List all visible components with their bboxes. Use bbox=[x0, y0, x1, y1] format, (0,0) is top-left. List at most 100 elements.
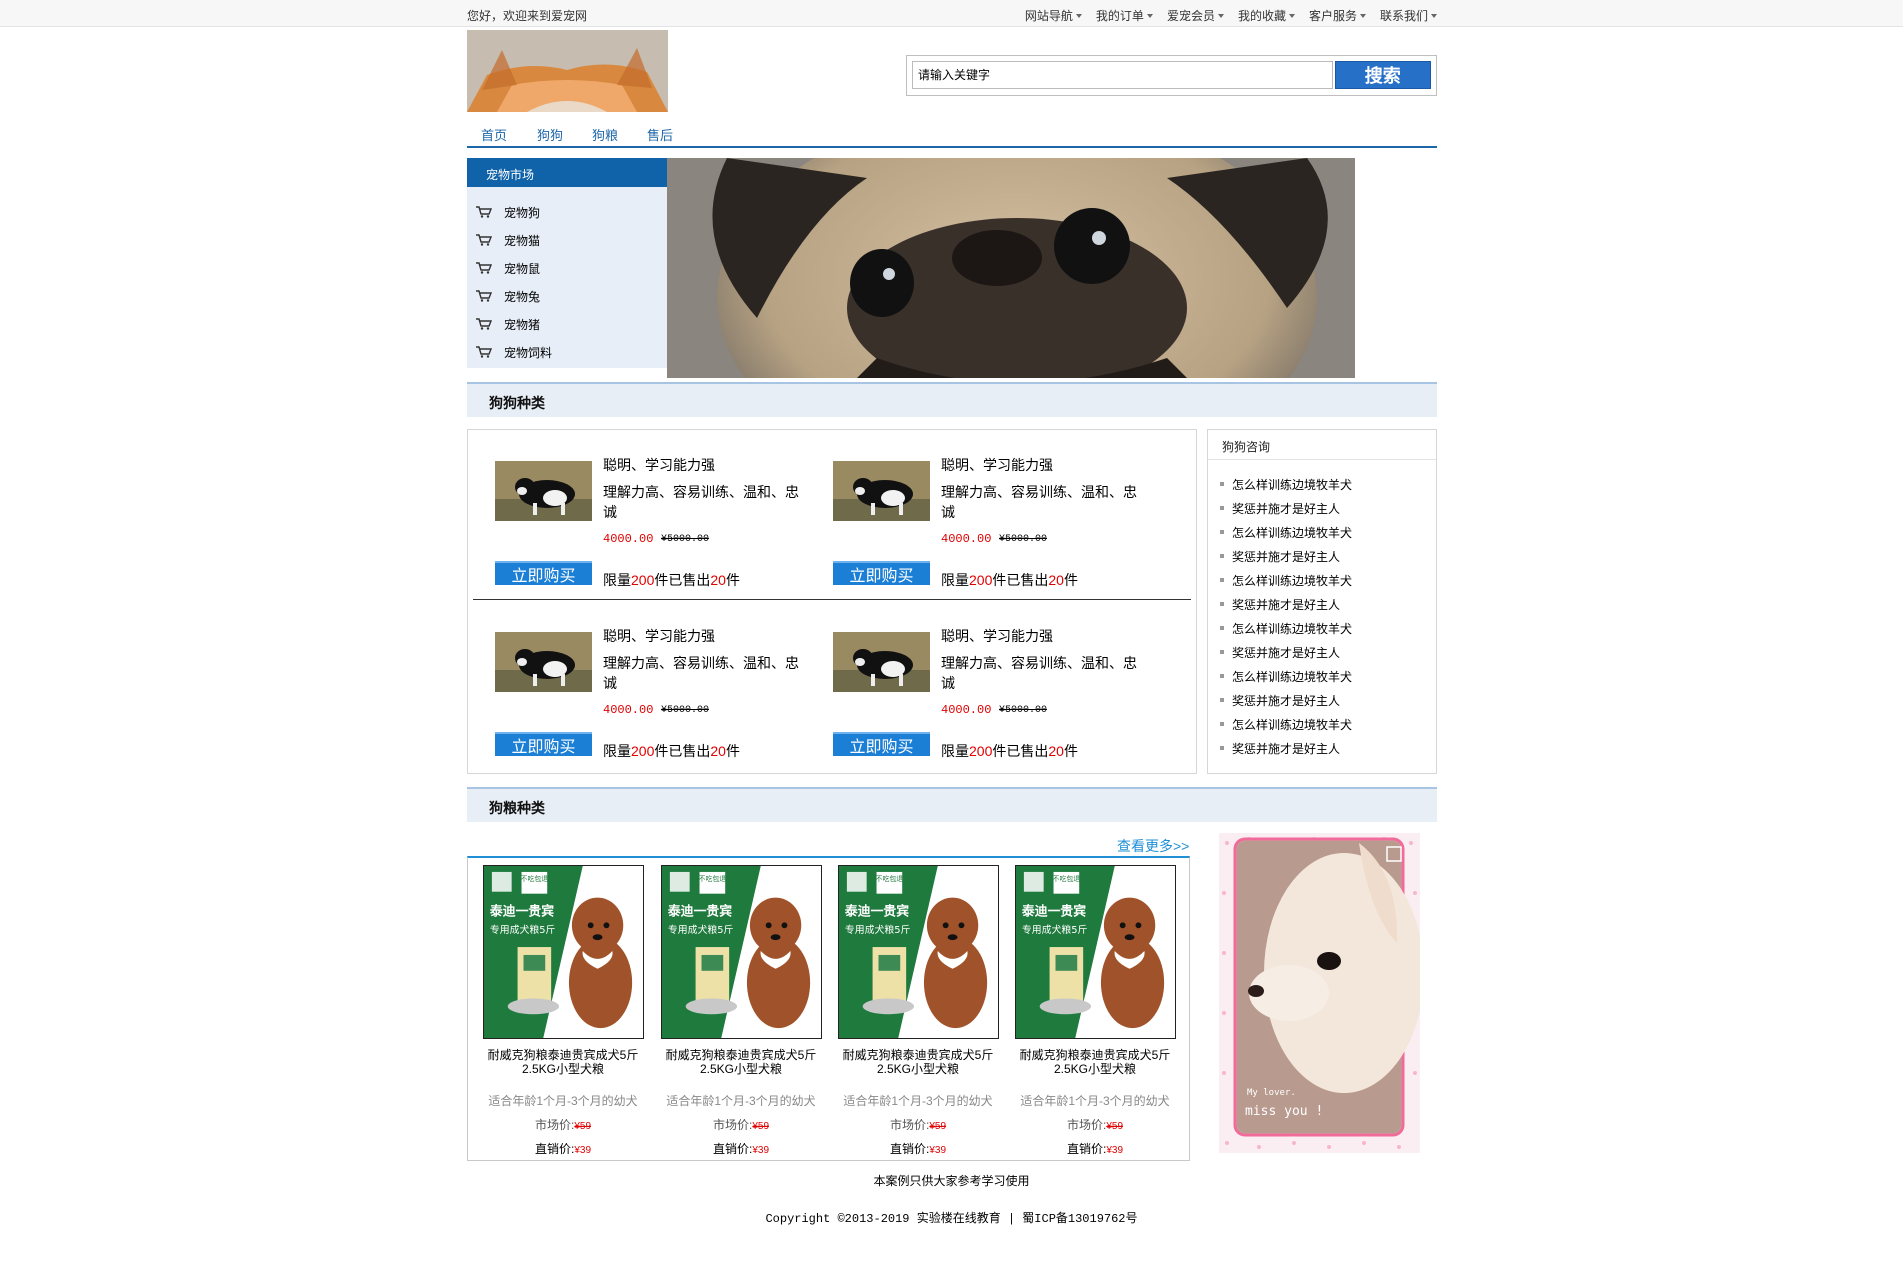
product-description: 理解力高、容易训练、温和、忠诚 bbox=[941, 484, 1137, 520]
bullet-icon bbox=[1220, 626, 1224, 630]
svg-text:专用成犬粮5斤: 专用成犬粮5斤 bbox=[1022, 923, 1088, 936]
food-name[interactable]: 耐威克狗粮泰迪贵宾成犬5斤 2.5KG小型犬粮 bbox=[828, 1048, 1008, 1076]
footer-copyright: Copyright ©2013-2019 实验楼在线教育 | 蜀ICP备1301… bbox=[765, 1212, 1138, 1226]
product-feature: 聪明、学习能力强 bbox=[603, 628, 715, 644]
chevron-down-icon bbox=[1217, 13, 1224, 18]
consult-item[interactable]: 奖惩并施才是好主人 bbox=[1220, 640, 1436, 664]
food-image[interactable]: 不吃包退 泰迪一贵宾 专用成犬粮5斤 bbox=[483, 865, 644, 1039]
consult-item[interactable]: 奖惩并施才是好主人 bbox=[1220, 688, 1436, 712]
consult-item[interactable]: 怎么样训练边境牧羊犬 bbox=[1220, 568, 1436, 592]
product-image[interactable] bbox=[833, 632, 930, 692]
consult-item[interactable]: 怎么样训练边境牧羊犬 bbox=[1220, 664, 1436, 688]
product-image[interactable] bbox=[833, 461, 930, 521]
buy-now-button[interactable]: 立即购买 bbox=[833, 561, 930, 585]
consult-item[interactable]: 怎么样训练边境牧羊犬 bbox=[1220, 616, 1436, 640]
svg-text:泰迪一贵宾: 泰迪一贵宾 bbox=[1022, 903, 1086, 919]
product-card: 聪明、学习能力强 理解力高、容易训练、温和、忠诚 4000.00 ¥5000.0… bbox=[473, 601, 803, 771]
chevron-down-icon bbox=[1288, 13, 1295, 18]
food-direct-price: 直销价:¥39 bbox=[712, 1142, 770, 1156]
food-direct-price: 直销价:¥39 bbox=[889, 1142, 947, 1156]
cart-icon bbox=[476, 234, 492, 246]
topnav-customer-service[interactable]: 客户服务 bbox=[1309, 7, 1366, 24]
bullet-icon bbox=[1220, 482, 1224, 486]
product-card: 聪明、学习能力强 理解力高、容易训练、温和、忠诚 4000.00 ¥5000.0… bbox=[811, 601, 1141, 771]
topnav-contact[interactable]: 联系我们 bbox=[1380, 7, 1437, 24]
food-age: 适合年龄1个月-3个月的幼犬 bbox=[1020, 1094, 1170, 1108]
consult-item[interactable]: 奖惩并施才是好主人 bbox=[1220, 496, 1436, 520]
nav-home[interactable]: 首页 bbox=[467, 122, 522, 146]
food-market-price: 市场价:¥59 bbox=[534, 1118, 592, 1132]
bullet-icon bbox=[1220, 530, 1224, 534]
food-age: 适合年龄1个月-3个月的幼犬 bbox=[666, 1094, 816, 1108]
topnav-site-nav[interactable]: 网站导航 bbox=[1025, 7, 1082, 24]
pet-market-sidebar: 宠物市场 宠物狗 宠物猫 宠物鼠 宠物兔 宠物猪 宠物饲料 bbox=[467, 158, 668, 368]
topnav-membership[interactable]: 爱宠会员 bbox=[1167, 7, 1224, 24]
svg-text:不吃包退: 不吃包退 bbox=[1053, 874, 1081, 883]
dog-food-panel: 不吃包退 泰迪一贵宾 专用成犬粮5斤 耐威克狗粮泰迪贵宾成犬5斤 2.5KG小型犬… bbox=[467, 856, 1190, 1161]
dog-consult-panel: 狗狗咨询 怎么样训练边境牧羊犬 奖惩并施才是好主人 怎么样训练边境牧羊犬 奖惩并… bbox=[1207, 429, 1437, 774]
food-name[interactable]: 耐威克狗粮泰迪贵宾成犬5斤 2.5KG小型犬粮 bbox=[473, 1048, 653, 1076]
product-stock: 限量200件已售出20件 bbox=[603, 743, 740, 759]
bullet-icon bbox=[1220, 650, 1224, 654]
consult-title: 狗狗咨询 bbox=[1208, 430, 1436, 460]
nav-after-sales[interactable]: 售后 bbox=[632, 122, 687, 146]
sidebar-item-feed[interactable]: 宠物饲料 bbox=[467, 338, 668, 366]
product-old-price: ¥5000.00 bbox=[999, 534, 1048, 545]
product-description: 理解力高、容易训练、温和、忠诚 bbox=[603, 655, 799, 691]
buy-now-button[interactable]: 立即购买 bbox=[495, 561, 592, 585]
sidebar-item-dog[interactable]: 宠物狗 bbox=[467, 198, 668, 226]
food-card: 不吃包退 泰迪一贵宾 专用成犬粮5斤 耐威克狗粮泰迪贵宾成犬5斤 2.5KG小型犬… bbox=[646, 865, 822, 1156]
welcome-text: 您好，欢迎来到爱宠网 bbox=[467, 9, 588, 23]
search-input[interactable] bbox=[912, 61, 1333, 89]
product-stock: 限量200件已售出20件 bbox=[941, 743, 1078, 759]
product-feature: 聪明、学习能力强 bbox=[941, 457, 1053, 473]
svg-text:My lover.: My lover. bbox=[1247, 1088, 1296, 1098]
cart-icon bbox=[476, 206, 492, 218]
sidebar-item-mouse[interactable]: 宠物鼠 bbox=[467, 254, 668, 282]
svg-text:专用成犬粮5斤: 专用成犬粮5斤 bbox=[490, 923, 556, 936]
footer-note: 本案例只供大家参考学习使用 bbox=[873, 1174, 1030, 1188]
nav-dog-food[interactable]: 狗粮 bbox=[577, 122, 632, 146]
product-price: 4000.00 bbox=[603, 532, 654, 546]
product-image[interactable] bbox=[495, 461, 592, 521]
bullet-icon bbox=[1220, 674, 1224, 678]
svg-text:不吃包退: 不吃包退 bbox=[876, 874, 904, 883]
product-image[interactable] bbox=[495, 632, 592, 692]
sidebar-item-pig[interactable]: 宠物猪 bbox=[467, 310, 668, 338]
food-market-price: 市场价:¥59 bbox=[712, 1118, 770, 1132]
product-old-price: ¥5000.00 bbox=[999, 705, 1048, 716]
dog-products-panel: 聪明、学习能力强 理解力高、容易训练、温和、忠诚 4000.00 ¥5000.0… bbox=[467, 429, 1197, 774]
svg-text:不吃包退: 不吃包退 bbox=[699, 874, 727, 883]
search-button[interactable]: 搜索 bbox=[1334, 61, 1431, 89]
sidebar-item-cat[interactable]: 宠物猫 bbox=[467, 226, 668, 254]
consult-item[interactable]: 奖惩并施才是好主人 bbox=[1220, 592, 1436, 616]
svg-text:专用成犬粮5斤: 专用成犬粮5斤 bbox=[668, 923, 734, 936]
svg-text:miss you !: miss you ! bbox=[1245, 1104, 1323, 1119]
side-ad-photo[interactable]: My lover. miss you ! bbox=[1219, 833, 1420, 1153]
buy-now-button[interactable]: 立即购买 bbox=[833, 732, 930, 756]
consult-item[interactable]: 奖惩并施才是好主人 bbox=[1220, 544, 1436, 568]
section-title-dogs: 狗狗种类 bbox=[467, 382, 1437, 417]
nav-dogs[interactable]: 狗狗 bbox=[522, 122, 577, 146]
search-box: 搜索 bbox=[906, 55, 1437, 96]
food-age: 适合年龄1个月-3个月的幼犬 bbox=[488, 1094, 638, 1108]
cart-icon bbox=[476, 346, 492, 358]
consult-item[interactable]: 奖惩并施才是好主人 bbox=[1220, 736, 1436, 760]
sidebar-item-rabbit[interactable]: 宠物兔 bbox=[467, 282, 668, 310]
topnav-my-orders[interactable]: 我的订单 bbox=[1096, 7, 1153, 24]
food-name[interactable]: 耐威克狗粮泰迪贵宾成犬5斤 2.5KG小型犬粮 bbox=[1005, 1048, 1185, 1076]
svg-text:泰迪一贵宾: 泰迪一贵宾 bbox=[845, 903, 909, 919]
food-name[interactable]: 耐威克狗粮泰迪贵宾成犬5斤 2.5KG小型犬粮 bbox=[651, 1048, 831, 1076]
consult-item[interactable]: 怎么样训练边境牧羊犬 bbox=[1220, 520, 1436, 544]
view-more-link[interactable]: 查看更多>> bbox=[1117, 836, 1189, 856]
banner-pug-image[interactable] bbox=[667, 158, 1355, 378]
consult-item[interactable]: 怎么样训练边境牧羊犬 bbox=[1220, 472, 1436, 496]
logo-image[interactable] bbox=[467, 30, 668, 112]
buy-now-button[interactable]: 立即购买 bbox=[495, 732, 592, 756]
food-image[interactable]: 不吃包退 泰迪一贵宾 专用成犬粮5斤 bbox=[661, 865, 822, 1039]
topnav-favorites[interactable]: 我的收藏 bbox=[1238, 7, 1295, 24]
food-image[interactable]: 不吃包退 泰迪一贵宾 专用成犬粮5斤 bbox=[838, 865, 999, 1039]
food-image[interactable]: 不吃包退 泰迪一贵宾 专用成犬粮5斤 bbox=[1015, 865, 1176, 1039]
consult-item[interactable]: 怎么样训练边境牧羊犬 bbox=[1220, 712, 1436, 736]
svg-text:泰迪一贵宾: 泰迪一贵宾 bbox=[668, 903, 732, 919]
